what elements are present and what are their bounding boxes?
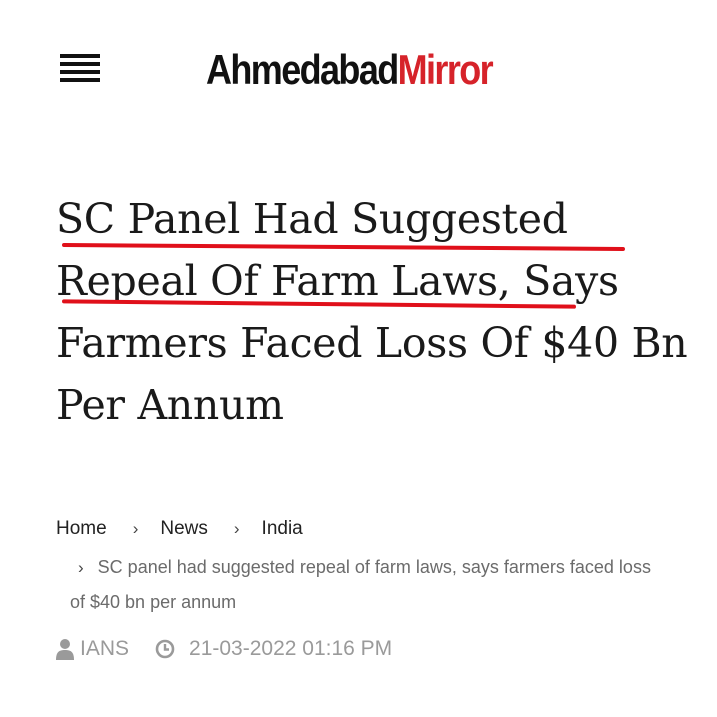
article-headline: SC Panel Had Suggested Repeal Of Farm La…	[56, 188, 696, 436]
clock-icon	[155, 639, 175, 659]
logo-text-accent: Mirror	[397, 45, 494, 93]
hamburger-menu-icon[interactable]	[60, 54, 100, 82]
menu-bar	[60, 62, 100, 66]
chevron-right-icon: ›	[132, 519, 139, 538]
breadcrumb-current: › SC panel had suggested repeal of farm l…	[56, 550, 656, 619]
headline-line-2: Repeal Of Farm Laws,	[56, 257, 511, 305]
breadcrumb-home[interactable]: Home	[56, 518, 107, 540]
headline-line-1: SC Panel Had Suggested	[56, 195, 568, 243]
logo-text-primary: Ahmedabad	[206, 45, 399, 93]
site-logo[interactable]: Ahmedabad Mirror	[206, 42, 494, 97]
publish-datetime: 21-03-2022 01:16 PM	[189, 637, 393, 660]
menu-bar	[60, 78, 100, 82]
chevron-right-icon: ›	[78, 558, 84, 577]
breadcrumb-current-label: SC panel had suggested repeal of farm la…	[70, 557, 651, 612]
breadcrumb-news[interactable]: News	[160, 518, 208, 540]
article-meta: IANS 21-03-2022 01:16 PM	[56, 634, 392, 664]
menu-bar	[60, 54, 100, 58]
breadcrumb: Home › News › India › SC panel had sugges…	[56, 518, 656, 619]
user-icon	[56, 638, 74, 660]
author-name[interactable]: IANS	[80, 637, 129, 661]
chevron-right-icon: ›	[233, 519, 240, 538]
menu-bar	[60, 70, 100, 74]
breadcrumb-india[interactable]: India	[262, 518, 303, 540]
